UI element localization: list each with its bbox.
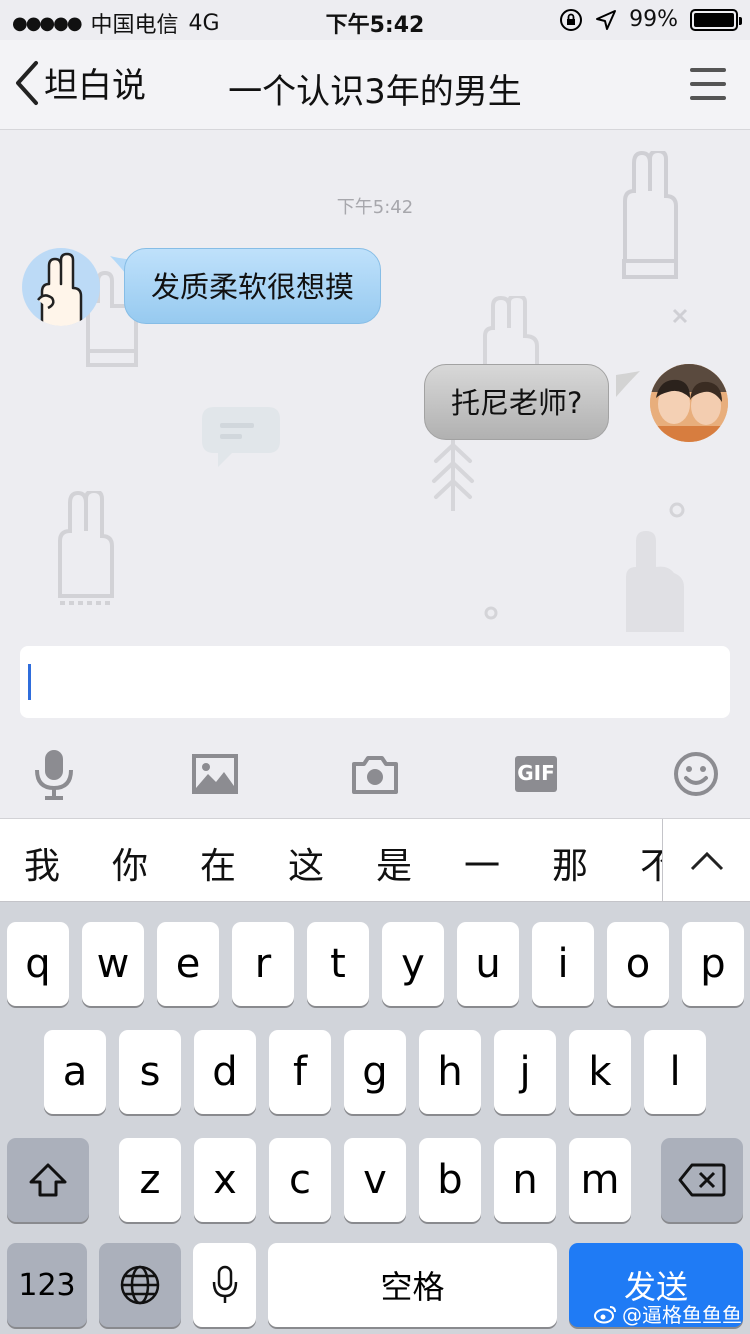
battery-percent: 99% <box>629 7 678 32</box>
emoji-button[interactable] <box>666 744 726 804</box>
navigation-bar: 坦白说 一个认识3年的男生 <box>0 40 750 130</box>
input-toolbar: GIF <box>0 732 750 816</box>
gif-button[interactable]: GIF <box>506 744 566 804</box>
chat-timestamp: 下午5:42 <box>336 197 414 218</box>
candidate-word[interactable]: 在 <box>200 837 236 889</box>
key[interactable]: g <box>344 1030 406 1114</box>
key[interactable]: d <box>194 1030 256 1114</box>
status-bar: ●●●●● 中国电信 4G 下午5:42 99% <box>0 0 750 40</box>
key[interactable]: x <box>194 1138 256 1222</box>
key[interactable]: j <box>494 1030 556 1114</box>
location-arrow-icon <box>596 9 617 30</box>
space-key[interactable]: 空格 <box>268 1243 557 1327</box>
hand-decoration-icon <box>58 491 114 605</box>
status-right: 99% <box>559 7 742 32</box>
chevron-left-icon <box>16 60 38 105</box>
user-avatar[interactable] <box>650 364 728 442</box>
key[interactable]: k <box>569 1030 631 1114</box>
hand-avatar-icon <box>37 252 83 326</box>
shift-icon <box>29 1163 67 1197</box>
gif-label: GIF <box>517 761 555 785</box>
image-icon <box>192 754 238 794</box>
key[interactable]: l <box>644 1030 706 1114</box>
menu-icon-line <box>690 68 726 72</box>
chat-area[interactable]: 下午5:42 发质柔软很想摸 托尼老师? <box>0 131 750 636</box>
candidate-word[interactable]: 那 <box>552 837 588 889</box>
circle-decoration-icon <box>484 606 498 620</box>
battery-icon <box>690 8 742 31</box>
photo-button[interactable] <box>185 744 245 804</box>
emoji-icon <box>674 752 718 796</box>
message-input[interactable] <box>20 646 730 718</box>
key[interactable]: w <box>82 922 144 1006</box>
menu-button[interactable] <box>690 68 726 100</box>
key[interactable]: a <box>44 1030 106 1114</box>
menu-icon-line <box>690 96 726 100</box>
hand-decoration-icon <box>626 531 684 632</box>
camera-button[interactable] <box>345 744 405 804</box>
back-label: 坦白说 <box>44 66 146 106</box>
key[interactable]: c <box>269 1138 331 1222</box>
candidate-word[interactable]: 你 <box>112 837 148 889</box>
menu-icon-line <box>690 82 726 86</box>
shift-key[interactable] <box>7 1138 89 1222</box>
delete-key[interactable] <box>661 1138 743 1222</box>
profile-photo <box>650 364 728 442</box>
key[interactable]: f <box>269 1030 331 1114</box>
key[interactable]: h <box>419 1030 481 1114</box>
text-caret <box>28 664 31 700</box>
expand-candidates-button[interactable] <box>662 819 750 901</box>
numbers-key[interactable]: 123 <box>7 1243 87 1327</box>
candidate-word[interactable]: 我 <box>24 837 60 889</box>
cross-decoration-icon <box>672 308 688 324</box>
key[interactable]: u <box>457 922 519 1006</box>
globe-key[interactable] <box>99 1243 181 1327</box>
outgoing-bubble-tail <box>616 371 640 397</box>
battery-fill <box>694 12 734 27</box>
dictation-key[interactable] <box>193 1243 256 1327</box>
watermark: @逼格鱼鱼鱼 <box>594 1299 742 1328</box>
voice-button[interactable] <box>24 744 84 804</box>
key[interactable]: i <box>532 922 594 1006</box>
circle-decoration-icon <box>669 502 685 518</box>
watermark-text: @逼格鱼鱼鱼 <box>622 1303 742 1327</box>
key[interactable]: q <box>7 922 69 1006</box>
speech-bubble-decoration-icon <box>202 407 280 467</box>
key[interactable]: t <box>307 922 369 1006</box>
outgoing-message-bubble[interactable]: 托尼老师? <box>424 364 610 440</box>
key[interactable]: y <box>382 922 444 1006</box>
rotation-lock-icon <box>560 8 583 31</box>
key[interactable]: m <box>569 1138 631 1222</box>
page-title: 一个认识3年的男生 <box>228 72 522 112</box>
key[interactable]: o <box>607 922 669 1006</box>
backspace-icon <box>678 1163 726 1197</box>
weibo-logo-icon <box>594 1305 616 1323</box>
key[interactable]: s <box>119 1030 181 1114</box>
candidate-bar: 我 你 在 这 是 一 那 不 <box>0 818 750 902</box>
key[interactable]: r <box>232 922 294 1006</box>
sender-avatar[interactable] <box>22 248 100 326</box>
back-button[interactable]: 坦白说 <box>12 58 146 107</box>
microphone-icon <box>35 750 73 800</box>
key[interactable]: z <box>119 1138 181 1222</box>
candidate-word[interactable]: 是 <box>376 837 412 889</box>
incoming-message-bubble[interactable]: 发质柔软很想摸 <box>124 248 382 324</box>
microphone-icon <box>212 1265 237 1303</box>
key[interactable]: b <box>419 1138 481 1222</box>
keyboard: q w e r t y u i o p a s d f g h j k l z … <box>0 902 750 1334</box>
key[interactable]: p <box>682 922 744 1006</box>
chevron-up-icon <box>690 851 723 871</box>
candidate-word[interactable]: 这 <box>288 837 324 889</box>
camera-icon <box>352 756 398 794</box>
globe-icon <box>120 1265 160 1305</box>
candidate-word[interactable]: 一 <box>464 837 500 889</box>
key[interactable]: n <box>494 1138 556 1222</box>
key[interactable]: e <box>157 922 219 1006</box>
tree-decoration-icon <box>432 431 474 511</box>
key[interactable]: v <box>344 1138 406 1222</box>
